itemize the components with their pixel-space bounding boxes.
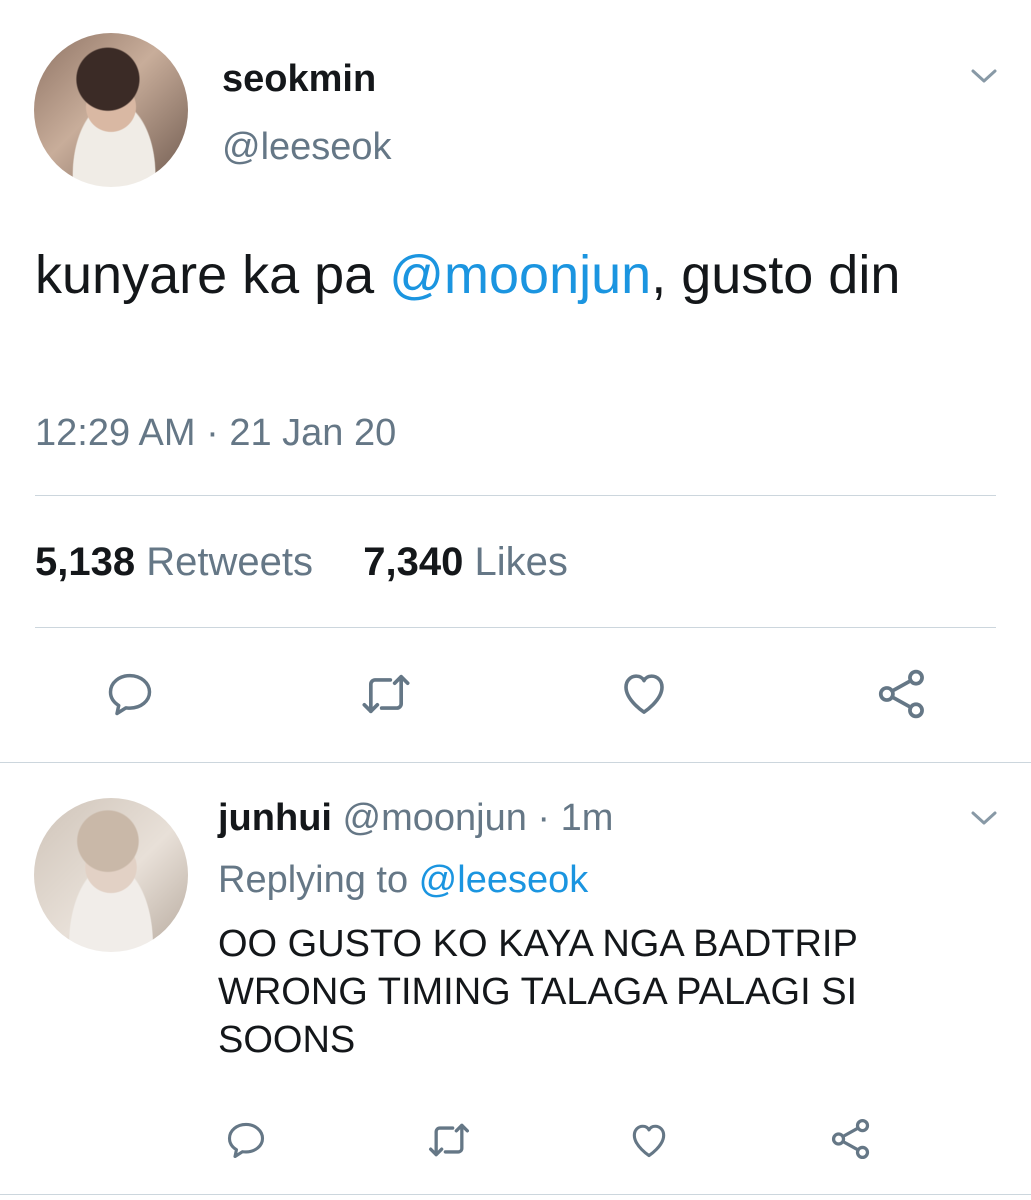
like-label: Likes: [474, 540, 568, 584]
like-icon[interactable]: [616, 666, 672, 720]
tweet-stats: 5,138 Retweets 7,340 Likes: [35, 540, 568, 585]
like-stat[interactable]: 7,340 Likes: [363, 540, 568, 584]
reply-author-name[interactable]: junhui: [218, 797, 332, 839]
chevron-down-icon[interactable]: [968, 60, 1000, 92]
reply-author-handle[interactable]: @moonjun: [343, 797, 527, 839]
retweet-count: 5,138: [35, 540, 136, 584]
share-icon[interactable]: [874, 666, 930, 722]
chevron-down-icon[interactable]: [968, 802, 1000, 834]
replying-to-label: Replying to: [218, 859, 419, 901]
like-count: 7,340: [363, 540, 464, 584]
replying-to: Replying to @leeseok: [218, 859, 588, 902]
replying-to-link[interactable]: @leeseok: [419, 859, 589, 901]
divider: [0, 1194, 1031, 1195]
reply-author-avatar[interactable]: [34, 798, 188, 952]
divider: [0, 762, 1031, 763]
tweet-text-after: , gusto din: [651, 245, 901, 305]
mention-link[interactable]: @moonjun: [389, 245, 651, 305]
reply-header: junhui @moonjun · 1m: [218, 797, 613, 840]
like-icon[interactable]: [626, 1118, 672, 1162]
reply-separator: ·: [526, 797, 561, 839]
reply-age[interactable]: 1m: [561, 797, 614, 839]
share-icon[interactable]: [828, 1116, 874, 1162]
retweet-icon[interactable]: [356, 668, 416, 720]
divider: [35, 627, 996, 628]
author-display-name[interactable]: seokmin: [222, 58, 376, 101]
comment-icon[interactable]: [224, 1118, 268, 1162]
tweet-text-before: kunyare ka pa: [35, 245, 390, 305]
author-handle[interactable]: @leeseok: [222, 126, 392, 169]
comment-icon[interactable]: [104, 668, 156, 720]
retweet-stat[interactable]: 5,138 Retweets: [35, 540, 313, 584]
tweet-text: kunyare ka pa @moonjun, gusto din: [35, 236, 975, 314]
retweet-label: Retweets: [146, 540, 313, 584]
reply-text: OO GUSTO KO KAYA NGA BADTRIP WRONG TIMIN…: [218, 923, 858, 1061]
author-avatar[interactable]: [34, 33, 188, 187]
divider: [35, 495, 996, 496]
retweet-icon[interactable]: [424, 1118, 474, 1162]
tweet-timestamp[interactable]: 12:29 AM · 21 Jan 20: [35, 412, 396, 455]
